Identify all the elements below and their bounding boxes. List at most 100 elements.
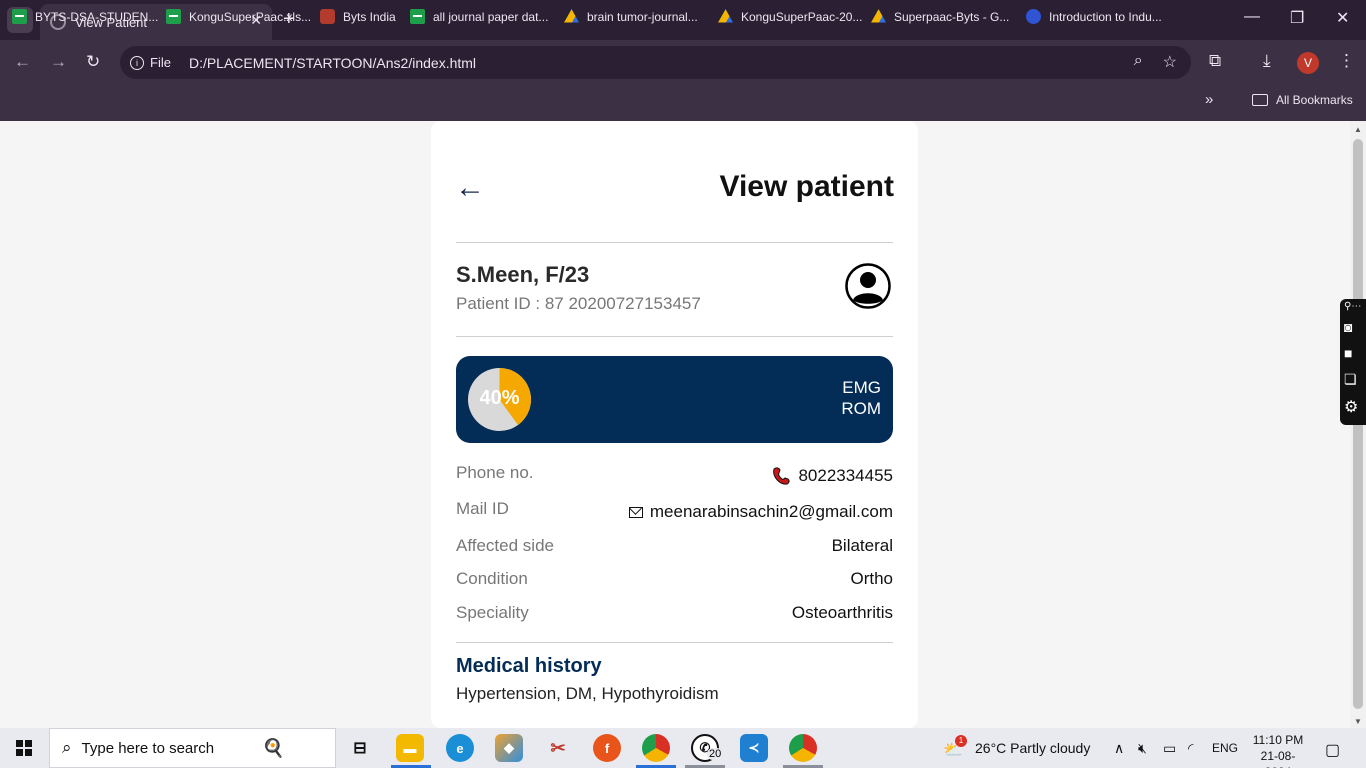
bookmark-item[interactable]: KonguSuperPaac.xls... [166,9,311,24]
scroll-down-icon[interactable]: ▼ [1354,717,1362,726]
bookmark-item[interactable]: brain tumor-journal... [564,9,698,24]
back-button[interactable]: ← [14,52,31,72]
chrome-profile-icon[interactable] [789,734,817,762]
all-bookmarks-label: All Bookmarks [1276,93,1353,107]
phone-value: 8022334455 [771,466,893,486]
restore-button[interactable]: ❐ [1290,8,1304,28]
condition-value: Ortho [850,569,893,588]
chevron-up-icon[interactable]: ∧ [1114,740,1124,757]
progress-percent-label: 40% [479,387,520,409]
color-app-icon[interactable]: ◆ [495,734,523,762]
clock-time: 11:10 PM [1252,733,1304,747]
gear-icon[interactable]: ⚙ [1344,397,1358,417]
mail-address: meenarabinsachin2@gmail.com [649,502,893,521]
zoom-icon[interactable]: ⌕ [1134,52,1143,72]
video-icon[interactable]: ■ [1344,345,1352,361]
bookmark-label: Superpaac-Byts - G... [894,9,1010,24]
bookmark-star-icon[interactable]: ☆ [1163,52,1177,72]
camera-icon[interactable]: ◙ [1344,319,1352,335]
divider [456,642,893,643]
phone-icon [773,467,791,485]
patient-id: Patient ID : 87 20200727153457 [456,294,701,313]
wifi-icon[interactable]: ◜ [1188,740,1193,757]
patient-name: S.Meen, F/23 [456,262,590,287]
speciality-label: Speciality [456,603,529,622]
folder-icon [1252,94,1268,106]
site-info-chip[interactable]: i File [130,55,171,70]
bookmark-item[interactable]: Introduction to Indu... [1026,9,1162,24]
medical-history-text: Hypertension, DM, Hypothyroidism [456,684,719,703]
bookmark-item[interactable]: BYTS-DSA-STUDEN... [12,9,158,24]
file-explorer-icon[interactable]: ▬ [396,734,424,762]
menu-icon[interactable]: ⋮ [1338,51,1355,71]
vscode-icon[interactable]: ≺ [740,734,768,762]
progress-banner: 40% EMG ROM [456,356,893,443]
whatsapp-badge: 20 [707,748,724,760]
task-view-icon[interactable]: ⊟ [346,734,374,762]
reload-button[interactable]: ↻ [86,52,100,72]
bookmark-item[interactable]: Superpaac-Byts - G... [871,9,1009,24]
bookmark-label: all journal paper dat... [433,9,549,24]
link-icon[interactable]: ⚲⋯ [1344,301,1361,312]
minimize-button[interactable]: — [1244,8,1260,26]
mail-label: Mail ID [456,499,509,518]
clock-date: 21-08-2024 [1260,749,1296,768]
search-icon: ⌕ [62,738,72,757]
floating-toolbar: ⚲⋯ ◙ ■ ❏ ⚙ [1340,299,1366,425]
profile-avatar[interactable]: V [1297,52,1319,74]
drive-icon [871,9,886,23]
more-bookmarks-icon[interactable]: » [1205,91,1213,108]
divider [456,242,893,243]
info-icon: i [130,55,144,70]
window-icon[interactable]: ❏ [1344,371,1357,388]
battery-icon[interactable]: ▭ [1163,740,1176,757]
window-close-button[interactable]: ✕ [1336,8,1349,28]
bookmark-label: KonguSuperPaac-20... [741,9,863,24]
language-indicator[interactable]: ENG [1212,741,1238,755]
bookmark-item[interactable]: Byts India [320,9,396,24]
page-viewport: ← View patient S.Meen, F/23 Patient ID :… [0,121,1350,728]
page-title: View patient [719,170,895,203]
patient-card: ← View patient S.Meen, F/23 Patient ID :… [431,121,918,728]
volume-muted-icon[interactable]: 🔇︎ [1138,740,1147,757]
drive-icon [564,9,579,23]
weather-badge: 1 [955,735,967,747]
windows-start-icon[interactable] [16,740,32,756]
bookmark-item[interactable]: all journal paper dat... [410,9,548,24]
firefox-icon[interactable]: f [593,734,621,762]
address-bar[interactable]: i File D:/PLACEMENT/STARTOON/Ans2/index.… [120,46,1191,79]
clock[interactable]: 11:10 PM 21-08-2024 [1248,732,1308,768]
bookmark-label: BYTS-DSA-STUDEN... [35,9,159,24]
taskbar-search[interactable]: ⌕ Type here to search 🍳 [49,728,336,768]
all-bookmarks-button[interactable]: All Bookmarks [1252,93,1353,107]
site-info-label: File [150,55,171,70]
bookmark-label: KonguSuperPaac.xls... [189,9,312,24]
bookmark-item[interactable]: KonguSuperPaac-20... [718,9,862,24]
snipping-tool-icon[interactable]: ✂ [544,734,572,762]
forward-button[interactable]: → [50,52,67,72]
search-placeholder: Type here to search [81,739,215,757]
notifications-icon[interactable]: ▢ [1325,740,1340,760]
edge-icon[interactable]: e [446,734,474,762]
chrome-icon[interactable] [642,734,670,762]
speciality-value: Osteoarthritis [791,603,893,622]
phone-label: Phone no. [456,463,534,482]
tag-emg: EMG [842,378,881,397]
downloads-icon[interactable]: ⤓ [1263,51,1271,71]
weather-text[interactable]: 26°C Partly cloudy [975,740,1090,756]
medical-history-title: Medical history [456,655,602,677]
browser-toolbar: ← → ↻ i File D:/PLACEMENT/STARTOON/Ans2/… [0,40,1366,85]
sheets-icon [12,9,27,24]
extensions-icon[interactable]: ⧉ [1209,51,1221,71]
s-logo-icon [1026,9,1041,24]
tag-rom: ROM [841,399,881,418]
byts-icon [320,9,335,24]
bookmark-label: Introduction to Indu... [1049,9,1162,24]
sheets-icon [166,9,181,24]
back-arrow-icon[interactable]: ← [455,173,485,203]
sheets-icon [410,9,425,24]
url-text[interactable]: D:/PLACEMENT/STARTOON/Ans2/index.html [189,55,476,71]
scroll-up-icon[interactable]: ▲ [1354,125,1362,134]
windows-taskbar: ⌕ Type here to search 🍳 ⊟ ▬ e ◆ ✂ f ✆ 20… [0,728,1366,768]
divider [456,336,893,337]
